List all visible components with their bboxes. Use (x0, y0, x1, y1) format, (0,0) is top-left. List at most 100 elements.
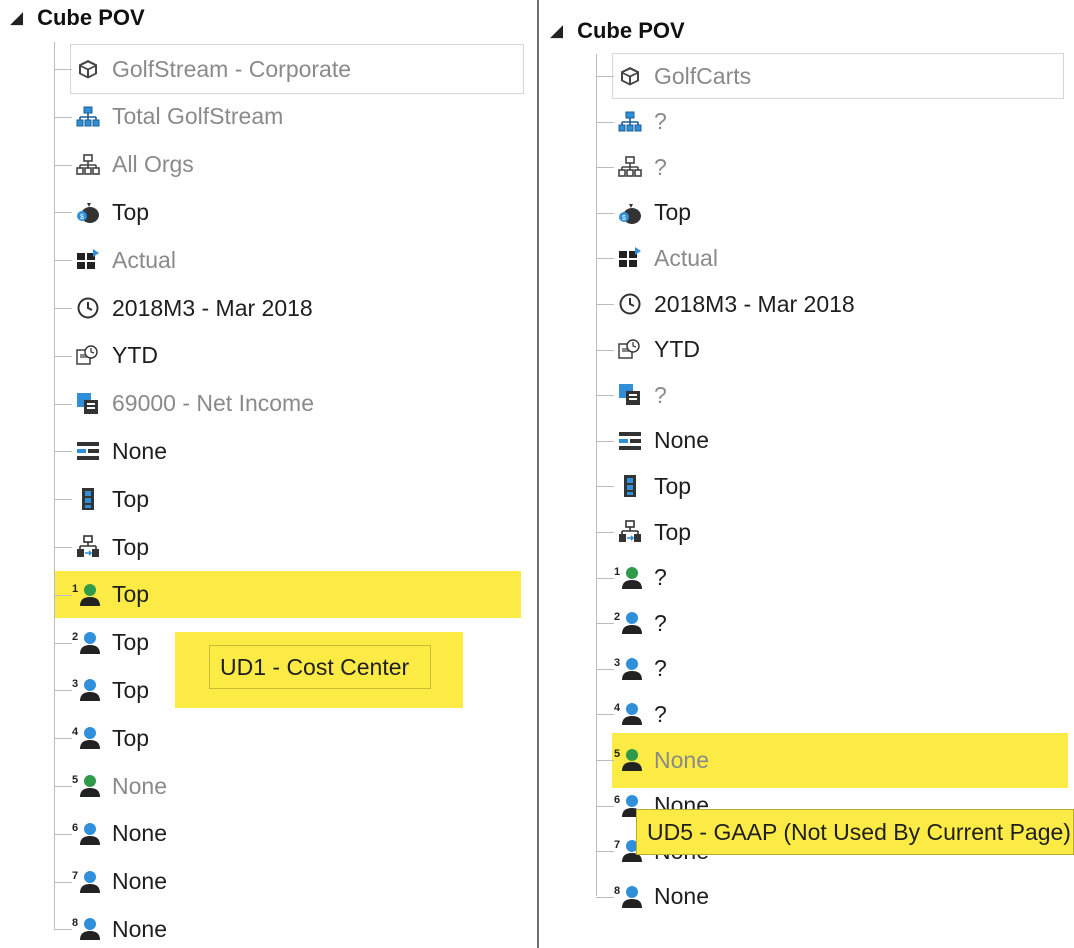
tree-row-5[interactable]: Actual (54, 243, 176, 277)
tree-row-label: Top (112, 676, 150, 703)
tree-row-1[interactable]: GolfCarts (596, 59, 751, 93)
tree-row-6[interactable]: 2018M3 - Mar 2018 (54, 291, 313, 325)
tree-row-11[interactable]: Top (54, 530, 149, 564)
tree-row-label: None (112, 437, 167, 464)
tree-branch-line (596, 349, 614, 351)
tree-row-9[interactable]: None (54, 434, 167, 468)
cube-icon (74, 55, 102, 83)
tree-guide-line (596, 54, 597, 896)
tree-row-19[interactable]: 8 None (54, 912, 167, 946)
tree-branch-line (54, 69, 72, 70)
collapse-triangle-icon[interactable]: ◢ (10, 8, 23, 28)
ud6-user-icon: 6 (72, 820, 102, 848)
tree-row-18[interactable]: 7 None (54, 865, 167, 899)
tree-row-10[interactable]: Top (596, 469, 692, 503)
tree-row-label: ? (654, 609, 667, 636)
tree-row-label: None (654, 746, 709, 773)
tree-row-label: ? (654, 108, 667, 135)
scenario-icon (616, 244, 644, 272)
cube-pov-header[interactable]: ◢ Cube POV (550, 18, 685, 44)
tree-row-8[interactable]: 69000 - Net Income (54, 387, 315, 421)
flow-icon (616, 427, 644, 455)
origin-icon (74, 485, 102, 513)
tree-branch-line (54, 355, 72, 357)
tree-row-label: None (654, 883, 709, 910)
tree-row-1[interactable]: GolfStream - Corporate (54, 52, 352, 86)
tree-row-16[interactable]: 5 None (596, 743, 709, 777)
tree-branch-line (596, 805, 614, 807)
tree-row-label: None (112, 820, 167, 847)
tree-branch-line (596, 532, 614, 533)
tree-row-label: Top (112, 581, 150, 608)
tree-row-7[interactable]: YTD (596, 333, 700, 367)
tree-row-15[interactable]: 4? (596, 697, 667, 731)
tree-row-14[interactable]: 3 Top (54, 673, 150, 707)
intercompany-icon (74, 533, 102, 561)
ud5-user-icon: 5 (72, 772, 102, 800)
ud-number-label: 7 (614, 839, 621, 852)
account-icon (74, 390, 102, 418)
tree-row-4[interactable]: $ Top (596, 196, 691, 230)
tree-row-label: Top (654, 518, 692, 545)
tree-row-10[interactable]: Top (54, 482, 149, 516)
tree-row-13[interactable]: 2 Top (54, 626, 150, 660)
svg-text:$: $ (622, 215, 626, 222)
tree-row-label: GolfStream - Corporate (112, 55, 352, 82)
tree-row-13[interactable]: 2? (596, 606, 667, 640)
tree-row-label: ? (654, 655, 667, 682)
tree-row-4[interactable]: $ Top (54, 195, 149, 229)
ud3-user-icon: 3 (72, 676, 102, 704)
tree-branch-line (54, 738, 72, 740)
tree-row-6[interactable]: 2018M3 - Mar 2018 (596, 287, 855, 321)
tree-branch-line (596, 714, 614, 716)
tree-row-17[interactable]: 6 None (54, 817, 167, 851)
tree-branch-line (54, 786, 72, 787)
tree-row-label: YTD (112, 342, 158, 369)
tree-row-3[interactable]: All Orgs (54, 148, 194, 182)
left-cube-pov-panel: ◢ Cube POV GolfStream - Corporate Total G… (0, 0, 524, 948)
tree-branch-line (54, 451, 72, 453)
tree-row-label: 69000 - Net Income (112, 390, 315, 417)
tree-row-label: Top (654, 472, 692, 499)
cube-icon (616, 62, 644, 90)
ud-number-label: 5 (72, 774, 79, 786)
tree-row-2[interactable]: ? (596, 105, 667, 139)
ud5-tooltip: UD5 - GAAP (Not Used By Current Page) (636, 809, 1074, 855)
tree-branch-line (54, 164, 72, 166)
tree-row-label: ? (654, 381, 667, 408)
tree-row-label: ? (654, 153, 667, 180)
tree-row-label: ? (654, 564, 667, 591)
tree-branch-line (596, 623, 614, 625)
tree-row-5[interactable]: Actual (596, 241, 718, 275)
tree-row-2[interactable]: Total GolfStream (54, 100, 283, 134)
tree-row-7[interactable]: YTD (54, 339, 158, 373)
tree-row-15[interactable]: 4 Top (54, 721, 149, 755)
ud3-user-icon: 3 (614, 655, 644, 683)
tree-row-9[interactable]: None (596, 424, 709, 458)
tree-row-11[interactable]: Top (596, 515, 692, 549)
view-icon (616, 336, 644, 364)
tree-row-label: None (112, 868, 167, 895)
tree-guide-line (54, 42, 55, 930)
tree-row-label: 2018M3 - Mar 2018 (112, 294, 313, 321)
tree-row-16[interactable]: 5 None (54, 769, 167, 803)
tree-row-label: 2018M3 - Mar 2018 (654, 290, 855, 317)
tree-row-12[interactable]: 1 Top (54, 578, 150, 612)
tree-branch-line (54, 594, 72, 596)
tree-row-8[interactable]: ? (596, 378, 667, 412)
ud-number-label: 8 (72, 917, 79, 930)
scenario-icon (74, 246, 102, 274)
cube-pov-header[interactable]: ◢ Cube POV (10, 5, 145, 31)
ud2-user-icon: 2 (72, 629, 102, 657)
ud-number-label: 8 (614, 884, 621, 897)
tree-branch-line (596, 440, 614, 442)
tree-row-label: YTD (654, 336, 700, 363)
tree-row-19[interactable]: 8 None (596, 880, 709, 914)
tree-row-label: Top (112, 629, 150, 656)
tree-row-3[interactable]: ? (596, 150, 667, 184)
tree-row-12[interactable]: 1? (596, 561, 667, 595)
collapse-triangle-icon[interactable]: ◢ (550, 21, 563, 41)
account-icon (616, 381, 644, 409)
tree-row-14[interactable]: 3? (596, 652, 667, 686)
tree-branch-line (596, 577, 614, 579)
